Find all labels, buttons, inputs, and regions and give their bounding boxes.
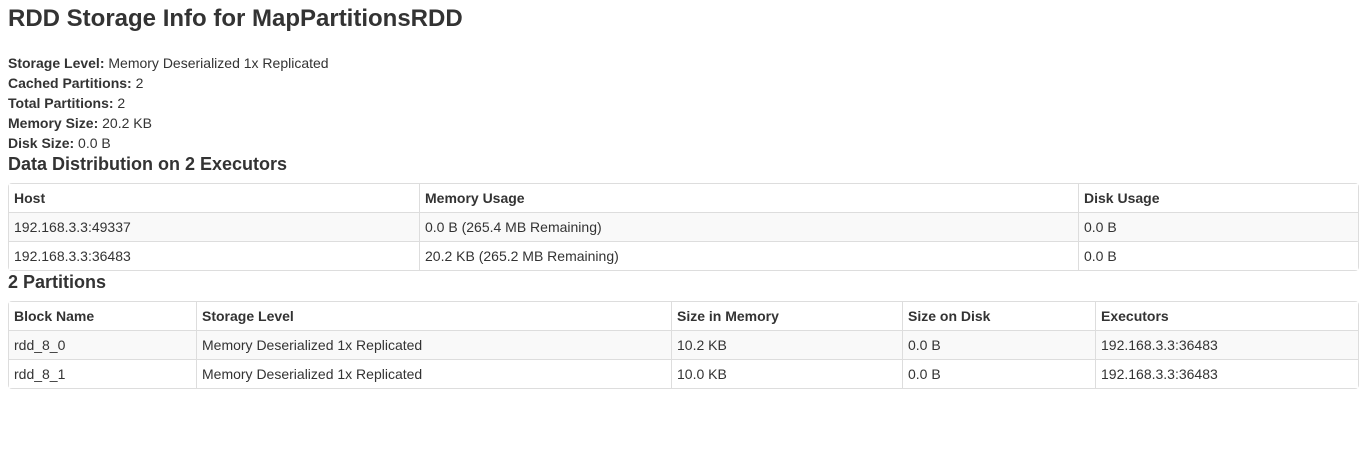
page-container: RDD Storage Info for MapPartitionsRDD St… — [0, 0, 1371, 389]
storage-level-row: Storage Level: Memory Deserialized 1x Re… — [8, 53, 1363, 73]
storage-summary: Storage Level: Memory Deserialized 1x Re… — [8, 53, 1363, 153]
cell-size-in-memory: 10.0 KB — [671, 359, 902, 388]
table-row: rdd_8_0 Memory Deserialized 1x Replicate… — [9, 330, 1358, 359]
cell-executors: 192.168.3.3:36483 — [1095, 359, 1358, 388]
column-header-host[interactable]: Host — [9, 184, 419, 212]
cell-disk-usage: 0.0 B — [1078, 241, 1358, 270]
cell-host: 192.168.3.3:49337 — [9, 212, 419, 241]
executors-header-row: Host Memory Usage Disk Usage — [9, 184, 1358, 212]
column-header-disk-usage[interactable]: Disk Usage — [1078, 184, 1358, 212]
cell-executors: 192.168.3.3:36483 — [1095, 330, 1358, 359]
cell-block-name: rdd_8_1 — [9, 359, 196, 388]
cell-size-on-disk: 0.0 B — [902, 359, 1095, 388]
column-header-storage-level[interactable]: Storage Level — [196, 302, 671, 330]
total-partitions-value: 2 — [117, 95, 126, 111]
partitions-section-title: 2 Partitions — [8, 272, 107, 292]
table-row: 192.168.3.3:49337 0.0 B (265.4 MB Remain… — [9, 212, 1358, 241]
cell-storage-level: Memory Deserialized 1x Replicated — [196, 330, 671, 359]
partitions-table: Block Name Storage Level Size in Memory … — [8, 301, 1359, 389]
disk-size-value: 0.0 B — [78, 135, 111, 151]
cell-host: 192.168.3.3:36483 — [9, 241, 419, 270]
storage-level-label: Storage Level: — [8, 55, 105, 71]
table-row: rdd_8_1 Memory Deserialized 1x Replicate… — [9, 359, 1358, 388]
column-header-size-on-disk[interactable]: Size on Disk — [902, 302, 1095, 330]
cell-size-on-disk: 0.0 B — [902, 330, 1095, 359]
cell-disk-usage: 0.0 B — [1078, 212, 1358, 241]
executors-table: Host Memory Usage Disk Usage 192.168.3.3… — [8, 183, 1359, 271]
executors-section-title: Data Distribution on 2 Executors — [8, 154, 288, 174]
disk-size-label: Disk Size: — [8, 135, 75, 151]
column-header-size-in-memory[interactable]: Size in Memory — [671, 302, 902, 330]
cell-memory-usage: 0.0 B (265.4 MB Remaining) — [419, 212, 1078, 241]
table-row: 192.168.3.3:36483 20.2 KB (265.2 MB Rema… — [9, 241, 1358, 270]
total-partitions-row: Total Partitions: 2 — [8, 93, 1363, 113]
memory-size-row: Memory Size: 20.2 KB — [8, 113, 1363, 133]
cached-partitions-value: 2 — [135, 75, 144, 91]
cell-memory-usage: 20.2 KB (265.2 MB Remaining) — [419, 241, 1078, 270]
storage-level-value: Memory Deserialized 1x Replicated — [108, 55, 329, 71]
column-header-block-name[interactable]: Block Name — [9, 302, 196, 330]
memory-size-label: Memory Size: — [8, 115, 99, 131]
cached-partitions-label: Cached Partitions: — [8, 75, 132, 91]
memory-size-value: 20.2 KB — [102, 115, 152, 131]
disk-size-row: Disk Size: 0.0 B — [8, 133, 1363, 153]
total-partitions-label: Total Partitions: — [8, 95, 114, 111]
column-header-memory-usage[interactable]: Memory Usage — [419, 184, 1078, 212]
cell-storage-level: Memory Deserialized 1x Replicated — [196, 359, 671, 388]
cell-size-in-memory: 10.2 KB — [671, 330, 902, 359]
partitions-header-row: Block Name Storage Level Size in Memory … — [9, 302, 1358, 330]
column-header-executors[interactable]: Executors — [1095, 302, 1358, 330]
cell-block-name: rdd_8_0 — [9, 330, 196, 359]
page-title: RDD Storage Info for MapPartitionsRDD — [8, 5, 463, 32]
cached-partitions-row: Cached Partitions: 2 — [8, 73, 1363, 93]
